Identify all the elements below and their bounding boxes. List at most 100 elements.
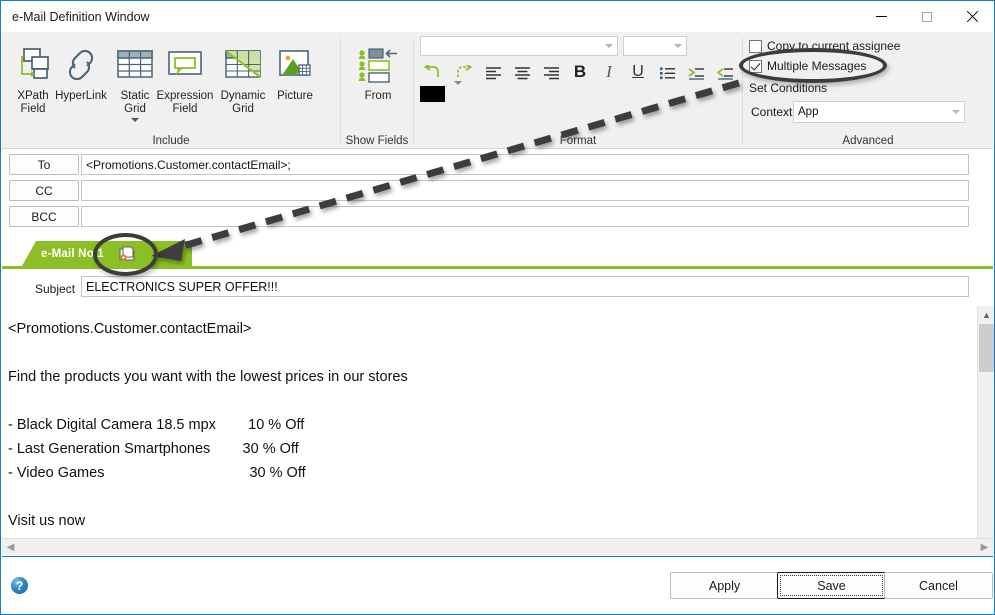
close-button[interactable] (949, 1, 994, 32)
bcc-label: BCC (31, 209, 57, 224)
window-title: e-Mail Definition Window (12, 9, 150, 24)
undo-icon (423, 65, 439, 77)
footer-bar: ? Apply Save Cancel (2, 556, 993, 614)
to-button[interactable]: To (9, 154, 79, 175)
cc-input[interactable] (81, 180, 969, 201)
decrease-indent-icon (716, 68, 733, 80)
annotation-ellipse-multiple-messages (739, 48, 887, 83)
bullet-list-button[interactable] (654, 61, 680, 85)
context-label: Context (751, 105, 793, 119)
dynamic-grid-label: Dynamic Grid (220, 90, 266, 115)
redo-icon (457, 65, 473, 77)
maximize-button[interactable] (904, 1, 949, 32)
annotation-ellipse-add-email (93, 233, 158, 276)
body-vertical-scrollbar[interactable]: ▲ ▼ (977, 306, 994, 556)
help-icon[interactable]: ? (11, 577, 28, 594)
ribbon-group-format-label: Format (559, 135, 597, 147)
save-button[interactable]: Save (777, 572, 886, 599)
subject-value: ELECTRONICS SUPER OFFER!!! (86, 279, 278, 294)
bullet-list-icon (659, 67, 675, 80)
increase-indent-button[interactable] (683, 61, 709, 85)
scroll-up-button[interactable]: ▲ (978, 306, 994, 323)
undo-button[interactable] (420, 61, 446, 85)
set-conditions-label[interactable]: Set Conditions (749, 81, 827, 95)
picture-label: Picture (277, 90, 313, 102)
dynamic-grid-icon (222, 41, 264, 89)
xpath-field-label: XPath Field (17, 90, 49, 115)
align-right-button[interactable] (538, 61, 564, 85)
ribbon-group-format: B I U Format (414, 32, 742, 149)
increase-indent-icon (688, 68, 704, 80)
subject-input[interactable]: ELECTRONICS SUPER OFFER!!! (81, 276, 969, 297)
context-combo[interactable]: App (793, 101, 965, 123)
help-glyph: ? (15, 578, 24, 593)
from-fields-label: From (364, 90, 392, 102)
chevron-down-icon[interactable] (601, 44, 617, 48)
scroll-right-button[interactable]: ▶ (976, 539, 993, 556)
italic-button[interactable]: I (596, 60, 622, 84)
dynamic-grid-button[interactable]: Dynamic Grid (215, 37, 271, 125)
scroll-left-button[interactable]: ◀ (2, 539, 19, 556)
picture-icon (274, 41, 316, 89)
underline-icon: U (632, 63, 644, 80)
italic-icon: I (606, 62, 612, 81)
from-fields-icon (354, 41, 402, 89)
to-input[interactable]: <Promotions.Customer.contactEmail>; (81, 154, 969, 175)
bold-button[interactable]: B (567, 60, 593, 84)
expression-field-label: Expression Field (156, 90, 214, 115)
minimize-button[interactable] (859, 1, 904, 32)
static-grid-icon (114, 41, 156, 89)
maximize-icon (921, 11, 932, 22)
checkbox-icon (749, 39, 762, 53)
vertical-scroll-thumb[interactable] (979, 324, 994, 372)
align-center-button[interactable] (509, 61, 535, 85)
ribbon-group-advanced-label: Advanced (842, 135, 894, 147)
apply-label: Apply (708, 578, 741, 593)
from-fields-button[interactable]: From (347, 37, 409, 125)
bold-icon: B (573, 62, 587, 81)
chevron-down-icon[interactable] (454, 81, 462, 103)
xpath-field-icon (12, 41, 54, 89)
font-size-combo[interactable] (623, 36, 687, 56)
font-color-swatch (420, 86, 445, 102)
cc-button[interactable]: CC (9, 180, 79, 201)
ribbon-group-show-fields-label: Show Fields (345, 135, 409, 147)
hyperlink-button[interactable]: HyperLink (50, 37, 112, 125)
hyperlink-icon (60, 41, 102, 89)
expression-field-icon (164, 41, 206, 89)
font-name-combo[interactable] (420, 36, 618, 56)
subject-label: Subject (35, 282, 76, 296)
chevron-down-icon[interactable] (131, 118, 139, 122)
hyperlink-label: HyperLink (55, 90, 107, 102)
cc-label: CC (35, 183, 53, 198)
ribbon-group-include: XPath Field HyperLink Static Grid Expres… (2, 32, 340, 149)
font-color-button[interactable] (420, 81, 462, 103)
cancel-button[interactable]: Cancel (884, 572, 993, 599)
chevron-down-icon[interactable] (948, 110, 964, 114)
bcc-input[interactable] (81, 206, 969, 227)
static-grid-label: Static Grid (120, 90, 150, 115)
email-body-editor[interactable]: <Promotions.Customer.contactEmail> Find … (2, 306, 993, 556)
decrease-indent-button[interactable] (712, 61, 738, 85)
email-body-text: <Promotions.Customer.contactEmail> Find … (8, 321, 408, 529)
picture-button[interactable]: Picture (267, 37, 323, 125)
align-left-button[interactable] (480, 61, 506, 85)
expression-field-button[interactable]: Expression Field (152, 37, 218, 125)
context-value: App (798, 106, 819, 118)
email-definition-window: e-Mail Definition Window XPath Field Hyp… (0, 0, 995, 615)
align-left-icon (485, 67, 501, 80)
cancel-label: Cancel (919, 578, 958, 593)
underline-button[interactable]: U (625, 60, 651, 84)
bcc-button[interactable]: BCC (9, 206, 79, 227)
title-bar: e-Mail Definition Window (1, 1, 994, 32)
to-value: <Promotions.Customer.contactEmail>; (86, 157, 291, 172)
apply-button[interactable]: Apply (670, 572, 779, 599)
close-icon (966, 11, 978, 23)
body-horizontal-scrollbar[interactable]: ◀ ▶ (2, 538, 993, 555)
window-controls (859, 1, 994, 32)
align-right-icon (543, 67, 559, 80)
minimize-icon (876, 16, 887, 17)
save-label: Save (817, 578, 846, 593)
chevron-down-icon[interactable] (670, 44, 686, 48)
to-label: To (37, 157, 51, 172)
